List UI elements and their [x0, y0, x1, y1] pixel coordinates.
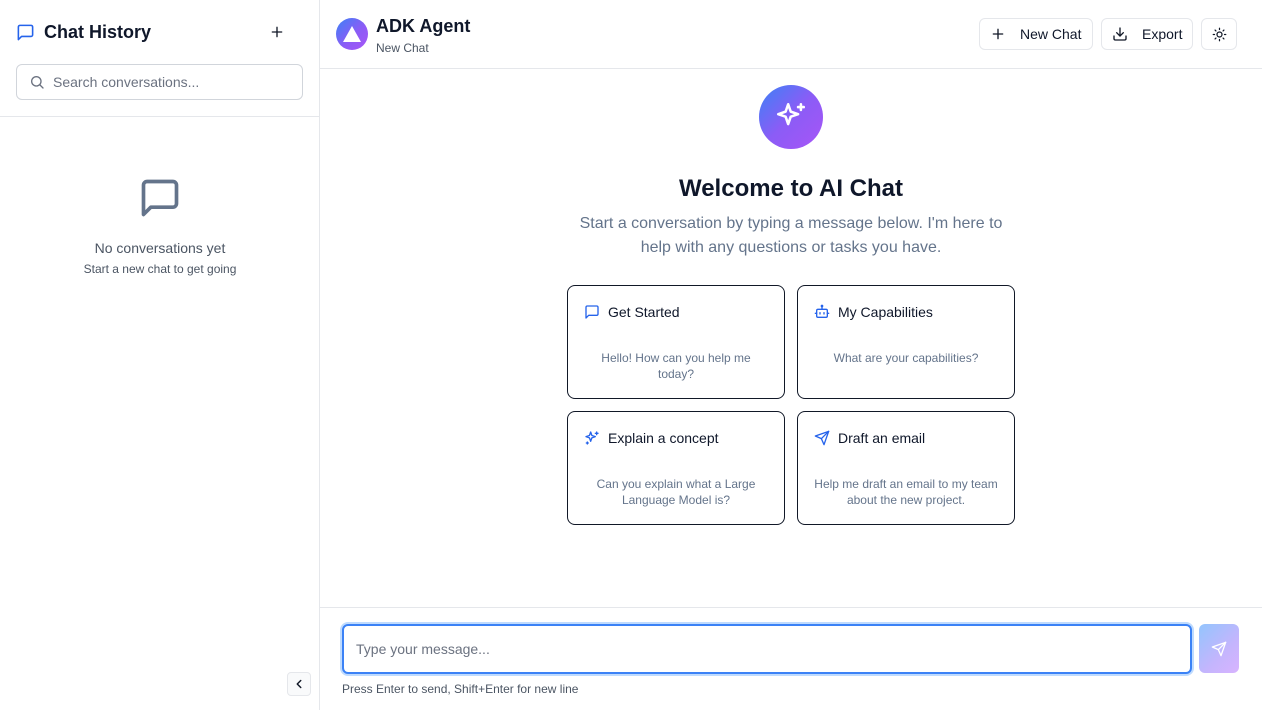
message-square-icon — [584, 304, 600, 320]
card-description: Can you explain what a Large Language Mo… — [596, 477, 756, 507]
card-title: Explain a concept — [608, 430, 719, 446]
chevron-left-icon — [296, 679, 302, 689]
sidebar-header: Chat History — [0, 0, 319, 117]
card-title: Get Started — [608, 304, 680, 320]
triangle-logo-icon — [343, 26, 361, 42]
collapse-sidebar-button[interactable] — [287, 672, 311, 696]
sidebar-title: Chat History — [44, 21, 152, 42]
export-button[interactable]: Export — [1101, 18, 1193, 50]
card-title: My Capabilities — [838, 304, 933, 320]
top-bar: ADK Agent New Chat New Chat Export — [320, 0, 1262, 69]
search-box — [16, 64, 303, 100]
plus-icon — [990, 26, 1006, 42]
send-icon — [1211, 641, 1227, 656]
search-input[interactable] — [53, 74, 293, 90]
card-header: Explain a concept — [584, 430, 719, 446]
main-panel: ADK Agent New Chat New Chat Export Welco… — [320, 0, 1262, 710]
search-icon — [31, 76, 44, 89]
plus-icon — [271, 26, 283, 38]
card-header: My Capabilities — [814, 304, 933, 320]
bot-icon — [814, 304, 830, 320]
card-description: Help me draft an email to my team about … — [814, 477, 998, 507]
card-description: What are your capabilities? — [833, 351, 979, 365]
message-input[interactable] — [342, 624, 1192, 674]
empty-state-subtitle: Start a new chat to get going — [83, 262, 237, 276]
card-header: Get Started — [584, 304, 680, 320]
empty-state-title: No conversations yet — [94, 240, 226, 256]
new-chat-button[interactable]: New Chat — [979, 18, 1093, 50]
sparkles-icon — [776, 102, 806, 126]
welcome-avatar — [759, 85, 823, 149]
suggestion-card-draft-email[interactable]: Draft an email Help me draft an email to… — [797, 411, 1015, 525]
composer-hint: Press Enter to send, Shift+Enter for new… — [342, 682, 579, 696]
empty-state: No conversations yet Start a new chat to… — [0, 176, 320, 276]
send-icon — [814, 430, 830, 446]
agent-subtitle: New Chat — [376, 41, 429, 55]
sidebar: Chat History No conversations yet Start … — [0, 0, 320, 710]
welcome-subtitle: Start a conversation by typing a message… — [579, 215, 1003, 256]
suggestion-card-capabilities[interactable]: My Capabilities What are your capabiliti… — [797, 285, 1015, 399]
new-chat-label: New Chat — [1020, 26, 1082, 42]
sidebar-title-row: Chat History — [16, 20, 303, 44]
new-conversation-button[interactable] — [265, 20, 289, 44]
card-title: Draft an email — [838, 430, 926, 446]
agent-name: ADK Agent — [376, 16, 471, 36]
sparkles-icon — [584, 430, 600, 446]
sun-icon — [1212, 27, 1226, 41]
message-square-icon — [0, 176, 320, 220]
agent-avatar — [336, 18, 368, 50]
composer: Press Enter to send, Shift+Enter for new… — [320, 607, 1262, 710]
card-description: Hello! How can you help me today? — [601, 351, 751, 381]
send-button[interactable] — [1199, 624, 1239, 673]
card-header: Draft an email — [814, 430, 925, 446]
welcome-title: Welcome to AI Chat — [678, 175, 904, 202]
download-icon — [1112, 26, 1128, 42]
suggestion-card-get-started[interactable]: Get Started Hello! How can you help me t… — [567, 285, 785, 399]
suggestion-card-explain-concept[interactable]: Explain a concept Can you explain what a… — [567, 411, 785, 525]
theme-toggle-button[interactable] — [1201, 18, 1237, 50]
export-label: Export — [1142, 26, 1183, 42]
message-square-icon — [16, 22, 36, 42]
